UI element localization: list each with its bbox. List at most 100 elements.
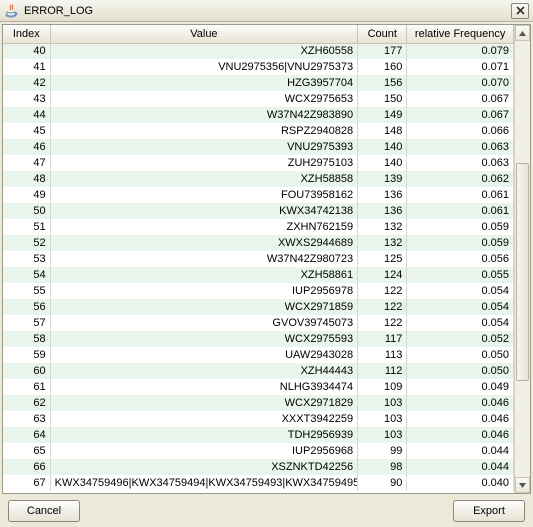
cancel-button[interactable]: Cancel (8, 500, 80, 522)
table-row[interactable]: 46VNU29753931400.063 (3, 139, 514, 155)
table-row[interactable]: 42HZG39577041560.070 (3, 75, 514, 91)
table-row[interactable]: 55IUP29569781220.054 (3, 283, 514, 299)
cell-value: W37N42Z980723 (50, 251, 358, 267)
cell-freq: 0.063 (407, 139, 514, 155)
cell-count: 90 (358, 475, 407, 491)
table-row[interactable]: 45RSPZ29408281480.066 (3, 123, 514, 139)
table-row[interactable]: 53W37N42Z9807231250.056 (3, 251, 514, 267)
table-row[interactable]: 41VNU2975356|VNU29753731600.071 (3, 59, 514, 75)
cell-count: 99 (358, 443, 407, 459)
table-row[interactable]: 57GVOV397450731220.054 (3, 315, 514, 331)
table-row[interactable]: 60XZH444431120.050 (3, 363, 514, 379)
cell-freq: 0.079 (407, 43, 514, 59)
cell-index: 43 (3, 91, 50, 107)
cell-count: 136 (358, 187, 407, 203)
table-row[interactable]: 40XZH605581770.079 (3, 43, 514, 59)
cell-count: 140 (358, 139, 407, 155)
table-row[interactable]: 62WCX29718291030.046 (3, 395, 514, 411)
title-bar: ERROR_LOG (0, 0, 533, 22)
cell-index: 57 (3, 315, 50, 331)
table-row[interactable]: 49FOU739581621360.061 (3, 187, 514, 203)
cell-value: XZH60558 (50, 43, 358, 59)
cell-count: 122 (358, 299, 407, 315)
table-row[interactable]: 43WCX29756531500.067 (3, 91, 514, 107)
cell-value: XSZNKTD42256 (50, 459, 358, 475)
cell-freq: 0.059 (407, 235, 514, 251)
table-row[interactable]: 63XXXT39422591030.046 (3, 411, 514, 427)
cell-value: KWX34759496|KWX34759494|KWX34759493|KWX3… (50, 475, 358, 491)
cell-value: NLHG3934474 (50, 379, 358, 395)
close-button[interactable] (511, 3, 529, 19)
cell-count: 98 (358, 459, 407, 475)
cell-freq: 0.067 (407, 91, 514, 107)
cell-index: 64 (3, 427, 50, 443)
cell-index: 53 (3, 251, 50, 267)
cell-count: 132 (358, 219, 407, 235)
table-row[interactable]: 61NLHG39344741090.049 (3, 379, 514, 395)
cell-value: VNU2975356|VNU2975373 (50, 59, 358, 75)
scroll-thumb[interactable] (516, 163, 529, 381)
scroll-track[interactable] (515, 41, 530, 477)
java-cup-icon (4, 3, 20, 19)
table-row[interactable]: 56WCX29718591220.054 (3, 299, 514, 315)
cell-index: 65 (3, 443, 50, 459)
table-row[interactable]: 47ZUH29751031400.063 (3, 155, 514, 171)
cell-index: 61 (3, 379, 50, 395)
export-button[interactable]: Export (453, 500, 525, 522)
cell-value: UAW2943028 (50, 347, 358, 363)
cell-freq: 0.054 (407, 299, 514, 315)
cell-freq: 0.046 (407, 411, 514, 427)
table-row[interactable]: 66XSZNKTD42256980.044 (3, 459, 514, 475)
col-header-freq[interactable]: relative Frequency (407, 25, 514, 43)
cell-value: WCX2975653 (50, 91, 358, 107)
window-title: ERROR_LOG (24, 5, 511, 17)
table-row[interactable]: 52XWXS29446891320.059 (3, 235, 514, 251)
cell-index: 41 (3, 59, 50, 75)
cell-count: 122 (358, 283, 407, 299)
cell-value: XZH58858 (50, 171, 358, 187)
table-row[interactable]: 67KWX34759496|KWX34759494|KWX34759493|KW… (3, 475, 514, 491)
cell-value: TDH2956939 (50, 427, 358, 443)
cell-count: 109 (358, 379, 407, 395)
cell-freq: 0.049 (407, 379, 514, 395)
cell-count: 148 (358, 123, 407, 139)
table-row[interactable]: 48XZH588581390.062 (3, 171, 514, 187)
cell-index: 42 (3, 75, 50, 91)
cell-index: 46 (3, 139, 50, 155)
cell-index: 63 (3, 411, 50, 427)
cell-count: 103 (358, 411, 407, 427)
col-header-index[interactable]: Index (3, 25, 50, 43)
header-row: Index Value Count relative Frequency (3, 25, 514, 43)
table-row[interactable]: 58WCX29755931170.052 (3, 331, 514, 347)
cell-freq: 0.050 (407, 363, 514, 379)
cell-count: 103 (358, 395, 407, 411)
table-row[interactable]: 44W37N42Z9838901490.067 (3, 107, 514, 123)
col-header-value[interactable]: Value (50, 25, 358, 43)
cell-index: 50 (3, 203, 50, 219)
table-row[interactable]: 50KWX347421381360.061 (3, 203, 514, 219)
cell-count: 132 (358, 235, 407, 251)
cell-count: 112 (358, 363, 407, 379)
cell-value: XZH58861 (50, 267, 358, 283)
table-row[interactable]: 59UAW29430281130.050 (3, 347, 514, 363)
vertical-scrollbar[interactable] (514, 25, 530, 493)
cell-freq: 0.054 (407, 315, 514, 331)
cell-value: WCX2971829 (50, 395, 358, 411)
table-row[interactable]: 51ZXHN7621591320.059 (3, 219, 514, 235)
cell-value: XXXT3942259 (50, 411, 358, 427)
cell-freq: 0.061 (407, 203, 514, 219)
cell-freq: 0.046 (407, 427, 514, 443)
cell-value: WCX2975593 (50, 331, 358, 347)
table-row[interactable]: 54XZH588611240.055 (3, 267, 514, 283)
scroll-up-button[interactable] (515, 25, 530, 41)
table-row[interactable]: 64TDH29569391030.046 (3, 427, 514, 443)
cell-freq: 0.044 (407, 459, 514, 475)
cell-index: 67 (3, 475, 50, 491)
col-header-count[interactable]: Count (358, 25, 407, 43)
cell-count: 150 (358, 91, 407, 107)
cell-count: 117 (358, 331, 407, 347)
cell-value: GVOV39745073 (50, 315, 358, 331)
table-container: Index Value Count relative Frequency 40X… (2, 24, 531, 494)
table-row[interactable]: 65IUP2956968990.044 (3, 443, 514, 459)
scroll-down-button[interactable] (515, 477, 530, 493)
